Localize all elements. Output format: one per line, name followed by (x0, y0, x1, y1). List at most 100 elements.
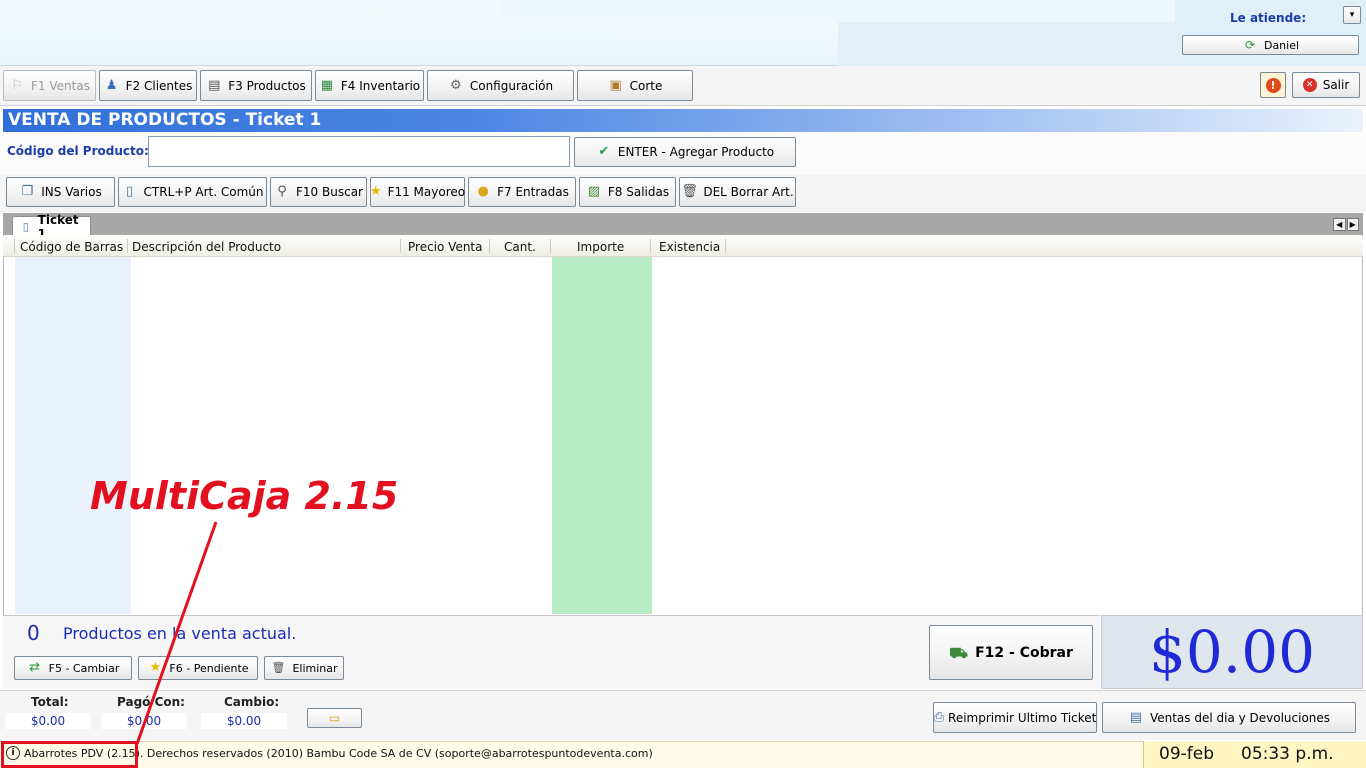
gear-icon: ⚙ (450, 77, 462, 93)
product-code-label: Código del Producto: (7, 144, 149, 158)
cobrar-label: F12 - Cobrar (975, 644, 1073, 661)
swap-icon: ⇄ (29, 660, 41, 675)
coins-icon: ● (477, 184, 489, 199)
reimprimir-button[interactable]: ⎙ Reimprimir Ultimo Ticket (933, 702, 1097, 733)
corte-button[interactable]: ▣ Corte (577, 70, 693, 101)
alert-icon: ! (1265, 77, 1281, 93)
ticket-tab-strip (3, 213, 1363, 235)
column-header-importe[interactable]: Importe (577, 240, 624, 254)
inventario-label: F4 Inventario (340, 78, 421, 93)
column-header-price[interactable]: Precio Venta (408, 240, 483, 254)
trash-icon: 🗑 (271, 661, 286, 674)
inventario-button[interactable]: ▦ F4 Inventario (315, 70, 424, 101)
cash-drawer-button[interactable]: ▭ (307, 708, 362, 728)
art-comun-label: CTRL+P Art. Común (143, 185, 264, 199)
cambio-label: Cambio: (224, 695, 280, 709)
ventas-button[interactable]: ⚐ F1 Ventas (3, 70, 96, 101)
tab-scroll-right-icon[interactable]: ▶ (1346, 218, 1359, 231)
document-icon: ▯ (125, 184, 134, 199)
cash-drawer-icon: ▭ (328, 711, 341, 725)
trash-icon: 🗑 (681, 184, 698, 199)
ventas-dia-label: Ventas del dia y Devoluciones (1149, 710, 1331, 725)
pendiente-label: F6 - Pendiente (169, 661, 249, 675)
column-header-existencia[interactable]: Existencia (659, 240, 720, 254)
eliminar-label: Eliminar (292, 661, 338, 675)
eliminar-button[interactable]: 🗑 Eliminar (264, 656, 344, 680)
cobrar-button[interactable]: ⛟ F12 - Cobrar (929, 625, 1093, 680)
star-icon: ★ (369, 184, 382, 199)
column-separator (127, 239, 128, 253)
checkout-icon: ⛟ (949, 643, 968, 662)
tab-scroll: ◀ ▶ (1333, 218, 1360, 231)
add-product-button[interactable]: ✔ ENTER - Agregar Producto (574, 137, 796, 167)
configuracion-label: Configuración (469, 78, 554, 93)
alert-button[interactable]: ! (1260, 72, 1286, 98)
column-separator (489, 239, 490, 253)
ventas-dia-button[interactable]: ▤ Ventas del dia y Devoluciones (1102, 702, 1356, 733)
attendant-name: Daniel (1263, 38, 1300, 52)
cash-register-icon: ▣ (609, 77, 622, 93)
product-code-input[interactable] (148, 136, 570, 167)
document-icon: ▯ (22, 219, 29, 233)
clientes-button[interactable]: ♟ F2 Clientes (99, 70, 197, 101)
cambio-value: $0.00 (201, 713, 287, 729)
pago-label: Pagó Con: (117, 695, 185, 709)
product-grid (3, 235, 1363, 615)
column-header-barcode[interactable]: Código de Barras (20, 240, 123, 254)
total-amount: $0.00 (1148, 618, 1316, 686)
tab-scroll-left-icon[interactable]: ◀ (1333, 218, 1346, 231)
inventory-icon: ▦ (320, 77, 333, 93)
salidas-label: F8 Salidas (607, 185, 670, 199)
ventas-label: F1 Ventas (31, 78, 90, 93)
clock-time: 05:33 p.m. (1241, 744, 1334, 764)
attendant-label: Le atiende: (1230, 11, 1307, 25)
column-header-description[interactable]: Descripción del Producto (132, 240, 281, 254)
cambiar-label: F5 - Cambiar (48, 661, 120, 675)
borrar-button[interactable]: 🗑 DEL Borrar Art. (679, 177, 796, 207)
tab-ticket-1[interactable]: ▯ Ticket 1 (12, 213, 91, 241)
clientes-label: F2 Clientes (125, 78, 193, 93)
entradas-label: F7 Entradas (497, 185, 569, 199)
pago-value: $0.00 (101, 713, 187, 729)
column-header-quantity[interactable]: Cant. (504, 240, 536, 254)
entradas-button[interactable]: ● F7 Entradas (468, 177, 576, 207)
collapse-icon: ▾ (1349, 10, 1355, 20)
column-separator (725, 239, 726, 253)
productos-button[interactable]: ▤ F3 Productos (200, 70, 312, 101)
documents-icon: ❐ (21, 184, 34, 199)
mayoreo-button[interactable]: ★ F11 Mayoreo (370, 177, 465, 207)
add-product-label: ENTER - Agregar Producto (617, 145, 775, 159)
pendiente-button[interactable]: ★ F6 - Pendiente (138, 656, 258, 680)
section-title: VENTA DE PRODUCTOS - Ticket 1 (3, 109, 1363, 132)
salir-button[interactable]: ✕ Salir (1292, 72, 1360, 98)
configuracion-button[interactable]: ⚙ Configuración (427, 70, 574, 101)
cart-icon: ⚐ (11, 77, 23, 93)
reimprimir-label: Reimprimir Ultimo Ticket (948, 710, 1097, 725)
column-separator (650, 239, 651, 253)
column-separator (550, 239, 551, 253)
salir-label: Salir (1322, 78, 1350, 92)
star-icon: ★ (149, 660, 162, 675)
column-separator (400, 239, 401, 253)
checkmark-icon: ✔ (598, 144, 610, 159)
search-icon: ⚲ (277, 184, 287, 199)
refresh-icon: ⟳ (1244, 38, 1255, 52)
salidas-button[interactable]: ▨ F8 Salidas (579, 177, 676, 207)
buscar-button[interactable]: ⚲ F10 Buscar (270, 177, 367, 207)
banner-decoration (500, 0, 1175, 22)
exit-icon: ▨ (587, 184, 601, 199)
cambiar-button[interactable]: ⇄ F5 - Cambiar (14, 656, 132, 680)
product-count-text: Productos en la venta actual. (63, 624, 297, 643)
column-separator (14, 239, 15, 253)
mayoreo-label: F11 Mayoreo (387, 185, 466, 199)
ins-varios-button[interactable]: ❐ INS Varios (6, 177, 115, 207)
report-icon: ▤ (1129, 709, 1143, 725)
corte-label: Corte (629, 78, 663, 93)
collapse-button[interactable]: ▾ (1343, 6, 1361, 24)
clock-date: 09-feb (1159, 744, 1215, 764)
art-comun-button[interactable]: ▯ CTRL+P Art. Común (118, 177, 267, 207)
attendant-button[interactable]: ⟳ Daniel (1182, 35, 1359, 55)
product-count: 0 (27, 621, 40, 645)
close-icon: ✕ (1302, 78, 1317, 92)
attendant-panel (1175, 0, 1366, 66)
